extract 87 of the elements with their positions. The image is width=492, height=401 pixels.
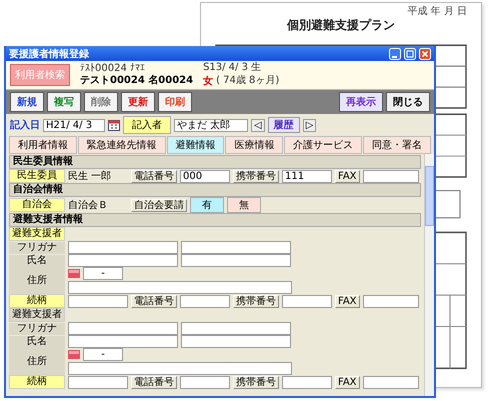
window-title: 要援護者情報登録: [9, 48, 90, 60]
toggle-option[interactable]: 有: [190, 197, 224, 213]
field-label: 住所: [9, 267, 65, 294]
date-label: 記入日: [10, 118, 40, 132]
field-label-button[interactable]: FAX: [335, 294, 360, 308]
close-button[interactable]: 閉じる: [386, 92, 430, 112]
input-field[interactable]: [181, 335, 291, 348]
input-field[interactable]: [362, 170, 419, 182]
tab[interactable]: 同意・署名: [363, 136, 431, 154]
tab[interactable]: 医療情報: [225, 136, 284, 154]
toolbar-button[interactable]: 削除: [84, 92, 118, 112]
field-label-button[interactable]: 携帯番号: [233, 294, 279, 308]
tab[interactable]: 緊急連絡先情報: [78, 136, 166, 154]
input-field[interactable]: [68, 294, 128, 308]
patient-name: テスト00024 名00024: [80, 75, 194, 87]
field-label: フリガナ: [9, 242, 65, 254]
field-label-button[interactable]: 電話番号: [131, 376, 177, 388]
postal-code-field[interactable]: -: [83, 348, 123, 361]
field-label-button[interactable]: 電話番号: [131, 170, 177, 182]
field-label: 住所: [9, 348, 65, 375]
input-field[interactable]: 111: [282, 170, 332, 182]
field-label-button[interactable]: 自治会要請: [131, 198, 187, 212]
document-title: 個別避難支援プラン: [287, 18, 395, 33]
input-field[interactable]: 000: [180, 170, 230, 182]
field-label: 自治会: [9, 198, 65, 212]
toolbar-button[interactable]: 印刷: [158, 92, 192, 112]
input-field[interactable]: [68, 322, 178, 335]
writer-field[interactable]: やまだ 太郎: [174, 118, 248, 132]
minimize-icon[interactable]: [389, 48, 401, 60]
birth-date: S13/ 4/ 3 生: [203, 62, 262, 74]
input-field[interactable]: [282, 376, 332, 388]
input-field[interactable]: [181, 322, 291, 335]
refresh-button[interactable]: 再表示: [339, 92, 383, 112]
field-label: 氏名: [9, 336, 65, 348]
field-label: フリガナ: [9, 322, 65, 334]
section-header: 自治会情報: [9, 183, 421, 197]
input-field[interactable]: [362, 376, 419, 388]
age-text: ( 74歳 8ヶ月): [216, 75, 280, 87]
sex-text: 女: [203, 74, 214, 88]
postal-icon[interactable]: [68, 269, 80, 278]
toggle-option[interactable]: 無: [227, 197, 261, 213]
input-field[interactable]: [68, 254, 178, 267]
field-label: 氏名: [9, 254, 65, 266]
input-field[interactable]: [181, 241, 291, 254]
field-label-button[interactable]: 携帯番号: [233, 170, 279, 182]
writer-button[interactable]: 記入者: [123, 116, 171, 134]
field-label-button[interactable]: 携帯番号: [233, 376, 279, 388]
address-field[interactable]: [68, 362, 292, 375]
close-icon[interactable]: [419, 48, 431, 60]
tab[interactable]: 利用者情報: [9, 136, 77, 154]
input-field[interactable]: [362, 294, 419, 308]
field-value: 自治会Ｂ: [68, 199, 109, 212]
history-button[interactable]: 履歴: [268, 117, 300, 133]
tab[interactable]: 避難情報: [166, 136, 224, 154]
tab[interactable]: 介護サービス: [284, 136, 362, 154]
input-field[interactable]: [181, 254, 291, 267]
field-label: 続柄: [9, 375, 65, 389]
address-field[interactable]: [68, 281, 292, 294]
group-label: 避難支援者: [9, 227, 65, 241]
field-value: 民生 一郎: [68, 170, 112, 183]
field-label: 民生委員: [9, 169, 65, 183]
input-field[interactable]: [180, 294, 230, 308]
date-field[interactable]: H21/ 4/ 3: [43, 118, 105, 132]
document-date: 平成 年 月 日: [407, 6, 467, 18]
postal-code-field[interactable]: -: [83, 267, 123, 280]
patient-kana: ﾃｽﾄ00024 ﾅﾏｴ: [80, 63, 146, 75]
previous-button[interactable]: ◁: [251, 118, 265, 132]
section-header: 避難支援者情報: [9, 213, 421, 227]
field-label-button[interactable]: FAX: [335, 376, 360, 388]
toolbar-button[interactable]: 新規: [10, 92, 44, 112]
input-field[interactable]: [68, 376, 128, 388]
input-field[interactable]: [282, 294, 332, 308]
field-label: 続柄: [9, 294, 65, 308]
input-field[interactable]: [68, 241, 178, 254]
input-field[interactable]: [180, 376, 230, 388]
field-label-button[interactable]: 電話番号: [131, 294, 177, 308]
group-label: 避難支援者: [9, 308, 65, 322]
maximize-icon[interactable]: [404, 48, 416, 60]
section-header: 民生委員情報: [9, 155, 421, 169]
postal-icon[interactable]: [68, 350, 80, 359]
next-button[interactable]: ▷: [302, 118, 316, 132]
input-field[interactable]: [68, 335, 178, 348]
calendar-icon[interactable]: [108, 119, 120, 131]
toolbar-button[interactable]: 複写: [47, 92, 81, 112]
toolbar-button[interactable]: 更新: [121, 92, 155, 112]
scrollbar[interactable]: [424, 154, 434, 396]
field-label-button[interactable]: FAX: [335, 170, 360, 182]
